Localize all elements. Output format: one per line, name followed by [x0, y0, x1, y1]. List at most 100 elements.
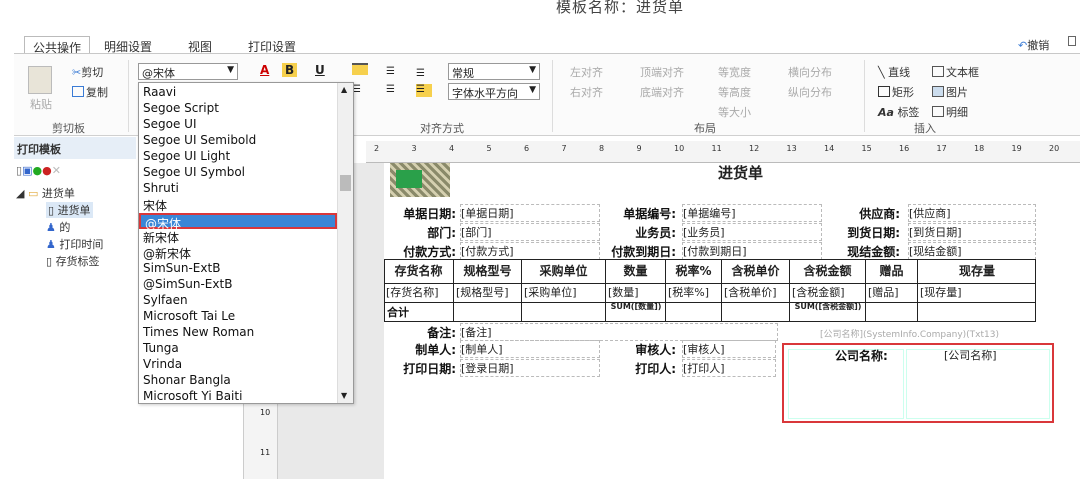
- bold-button[interactable]: B: [282, 63, 298, 77]
- table-field[interactable]: [含税单价]: [722, 284, 790, 302]
- save-icon[interactable]: ▣: [22, 164, 32, 177]
- remark-field[interactable]: [备注]: [460, 323, 778, 341]
- field-value[interactable]: [供应商]: [908, 204, 1036, 222]
- cross-icon[interactable]: ✕: [52, 164, 61, 177]
- font-dropdown[interactable]: Raavi Segoe Script Segoe UI Segoe UI Semibo…: [138, 82, 354, 404]
- tab-common[interactable]: 公共操作: [24, 36, 91, 55]
- insert-textbox-button[interactable]: 文本框: [932, 64, 979, 80]
- align-top-button[interactable]: 顶端对齐: [640, 64, 684, 80]
- undo-button[interactable]: ↶撤销: [1018, 37, 1049, 53]
- tree-item[interactable]: ▯ 进货单: [46, 202, 93, 218]
- field-value[interactable]: [到货日期]: [908, 223, 1036, 241]
- footer-field[interactable]: [登录日期]: [460, 359, 600, 377]
- tab-view[interactable]: 视图: [180, 36, 220, 54]
- field-label[interactable]: 付款到期日:: [611, 243, 676, 260]
- table-header[interactable]: 采购单位: [522, 260, 606, 283]
- font-option[interactable]: SimSun-ExtB: [143, 261, 220, 277]
- delete-icon[interactable]: ●: [42, 164, 52, 177]
- footer-label[interactable]: 打印日期:: [403, 360, 456, 377]
- field-label[interactable]: 到货日期:: [847, 224, 900, 241]
- copy-button[interactable]: 复制: [72, 84, 108, 100]
- footer-field[interactable]: [打印人]: [682, 359, 776, 377]
- insert-rect-button[interactable]: 矩形: [878, 84, 914, 100]
- font-option[interactable]: Segoe UI: [143, 117, 196, 133]
- v-distribute-button[interactable]: 纵向分布: [788, 84, 832, 100]
- field-label[interactable]: 业务员:: [635, 224, 676, 241]
- field-label[interactable]: 部门:: [427, 224, 456, 241]
- field-label[interactable]: 付款方式:: [403, 243, 456, 260]
- dropdown-scrollbar[interactable]: ▲ ▼: [337, 83, 353, 403]
- same-width-button[interactable]: 等宽度: [718, 64, 751, 80]
- field-value[interactable]: [付款方式]: [460, 242, 600, 260]
- table-total-cell[interactable]: [866, 303, 918, 321]
- table-total-cell[interactable]: [918, 303, 1036, 321]
- cut-button[interactable]: ✂剪切: [72, 64, 103, 80]
- field-value[interactable]: [单据日期]: [460, 204, 600, 222]
- underline-button[interactable]: U: [315, 63, 325, 77]
- align-left-button[interactable]: 左对齐: [570, 64, 603, 80]
- sum-formula[interactable]: SUM([数量]): [608, 302, 664, 320]
- align-center-icon[interactable]: ☰: [386, 84, 395, 95]
- table-header[interactable]: 数量: [606, 260, 666, 283]
- align-right-button[interactable]: 右对齐: [570, 84, 603, 100]
- insert-tag-button[interactable]: Aa 标签: [878, 104, 919, 120]
- scroll-up-icon[interactable]: ▲: [341, 85, 347, 94]
- scroll-down-icon[interactable]: ▼: [341, 391, 347, 400]
- table-header[interactable]: 存货名称: [384, 260, 454, 283]
- add-icon[interactable]: ●: [32, 164, 42, 177]
- table-field[interactable]: [采购单位]: [522, 284, 606, 302]
- table-total-cell[interactable]: [454, 303, 522, 321]
- field-label[interactable]: 单据编号:: [623, 205, 676, 222]
- doc-title[interactable]: 进货单: [718, 162, 763, 183]
- font-option[interactable]: 宋体: [143, 197, 167, 213]
- table-header[interactable]: 税率%: [666, 260, 722, 283]
- font-option[interactable]: @新宋体: [143, 245, 191, 261]
- table-header[interactable]: 赠品: [866, 260, 918, 283]
- table-field[interactable]: [规格型号]: [454, 284, 522, 302]
- paste-icon[interactable]: [28, 66, 52, 94]
- table-field[interactable]: [现存量]: [918, 284, 1036, 302]
- align-middle-icon[interactable]: ☰: [386, 66, 395, 77]
- total-label[interactable]: 合计: [387, 304, 409, 320]
- table-total-cell[interactable]: [722, 303, 790, 321]
- align-bottom-icon[interactable]: ☰: [416, 68, 425, 79]
- tree-item[interactable]: ▯ 存货标签: [46, 253, 100, 269]
- font-color-button[interactable]: A: [260, 63, 269, 77]
- table-total-cell[interactable]: [666, 303, 722, 321]
- footer-field[interactable]: [审核人]: [682, 340, 776, 358]
- tab-detail[interactable]: 明细设置: [96, 36, 160, 54]
- remark-label[interactable]: 备注:: [427, 324, 456, 341]
- table-field[interactable]: [税率%]: [666, 284, 722, 302]
- align-right-icon[interactable]: ☰: [416, 84, 432, 97]
- page-icon[interactable]: [1068, 36, 1076, 46]
- table-total-cell[interactable]: [522, 303, 606, 321]
- font-option[interactable]: Microsoft Tai Le: [143, 309, 235, 325]
- tree-item[interactable]: ♟ 的: [46, 219, 70, 235]
- font-option[interactable]: @SimSun-ExtB: [143, 277, 232, 293]
- font-option[interactable]: Shonar Bangla: [143, 373, 231, 389]
- font-option[interactable]: Sylfaen: [143, 293, 188, 309]
- footer-label[interactable]: 制单人:: [415, 341, 456, 358]
- same-size-button[interactable]: 等大小: [718, 104, 751, 120]
- font-option[interactable]: Raavi: [143, 85, 176, 101]
- field-label[interactable]: 现结金额:: [847, 243, 900, 260]
- font-select[interactable]: @宋体 ▼: [138, 63, 238, 80]
- font-option[interactable]: Tunga: [143, 341, 179, 357]
- font-option[interactable]: Microsoft Yi Baiti: [143, 389, 242, 403]
- table-header[interactable]: 现存量: [918, 260, 1036, 283]
- field-value[interactable]: [部门]: [460, 223, 600, 241]
- font-option[interactable]: Segoe UI Symbol: [143, 165, 245, 181]
- font-option[interactable]: 新宋体: [143, 229, 179, 245]
- insert-line-button[interactable]: ╲ 直线: [878, 64, 910, 80]
- field-value[interactable]: [付款到期日]: [682, 242, 822, 260]
- tab-print[interactable]: 打印设置: [240, 36, 304, 54]
- field-label[interactable]: 单据日期:: [403, 205, 456, 222]
- align-top-icon[interactable]: [352, 63, 368, 75]
- field-label[interactable]: 供应商:: [859, 205, 900, 222]
- tree-item[interactable]: ♟ 打印时间: [46, 236, 103, 252]
- table-field[interactable]: [存货名称]: [384, 284, 454, 302]
- h-distribute-button[interactable]: 横向分布: [788, 64, 832, 80]
- font-option[interactable]: Segoe UI Semibold: [143, 133, 256, 149]
- footer-label[interactable]: 打印人:: [635, 360, 676, 377]
- scroll-thumb[interactable]: [340, 175, 351, 191]
